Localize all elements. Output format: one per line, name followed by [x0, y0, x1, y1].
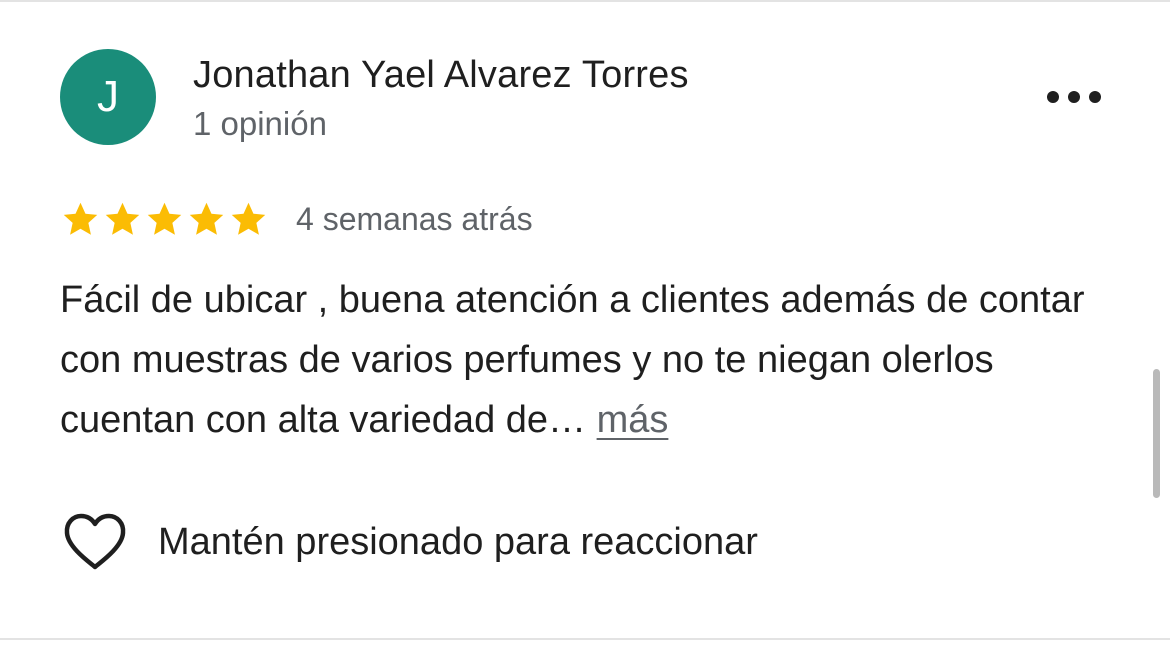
more-options-button[interactable]	[1044, 82, 1104, 112]
bottom-divider	[0, 638, 1170, 640]
avatar-initial: J	[97, 72, 119, 121]
star-icon	[147, 202, 182, 235]
star-icon	[231, 202, 266, 235]
rating-row: 4 semanas atrás	[60, 196, 533, 242]
star-icon	[105, 202, 140, 235]
author-review-count: 1 opinión	[193, 105, 327, 142]
top-divider	[0, 0, 1170, 2]
heart-outline-icon	[64, 513, 126, 570]
star-icon	[189, 202, 224, 235]
more-options-icon	[1047, 91, 1059, 103]
more-options-dot	[1089, 91, 1101, 103]
star-icon	[63, 202, 98, 235]
review-text: Fácil de ubicar , buena atención a clien…	[60, 270, 1120, 450]
review-date: 4 semanas atrás	[296, 200, 533, 237]
review-body: Fácil de ubicar , buena atención a clien…	[60, 279, 1085, 441]
scrollbar-thumb[interactable]	[1153, 369, 1160, 498]
react-label: Mantén presionado para reaccionar	[158, 520, 758, 563]
react-button[interactable]: Mantén presionado para reaccionar	[62, 510, 758, 574]
more-link[interactable]: más	[597, 399, 669, 441]
star-rating	[60, 199, 270, 240]
more-options-dot	[1068, 91, 1080, 103]
avatar[interactable]: J	[60, 49, 156, 145]
author-name[interactable]: Jonathan Yael Alvarez Torres	[193, 52, 689, 98]
